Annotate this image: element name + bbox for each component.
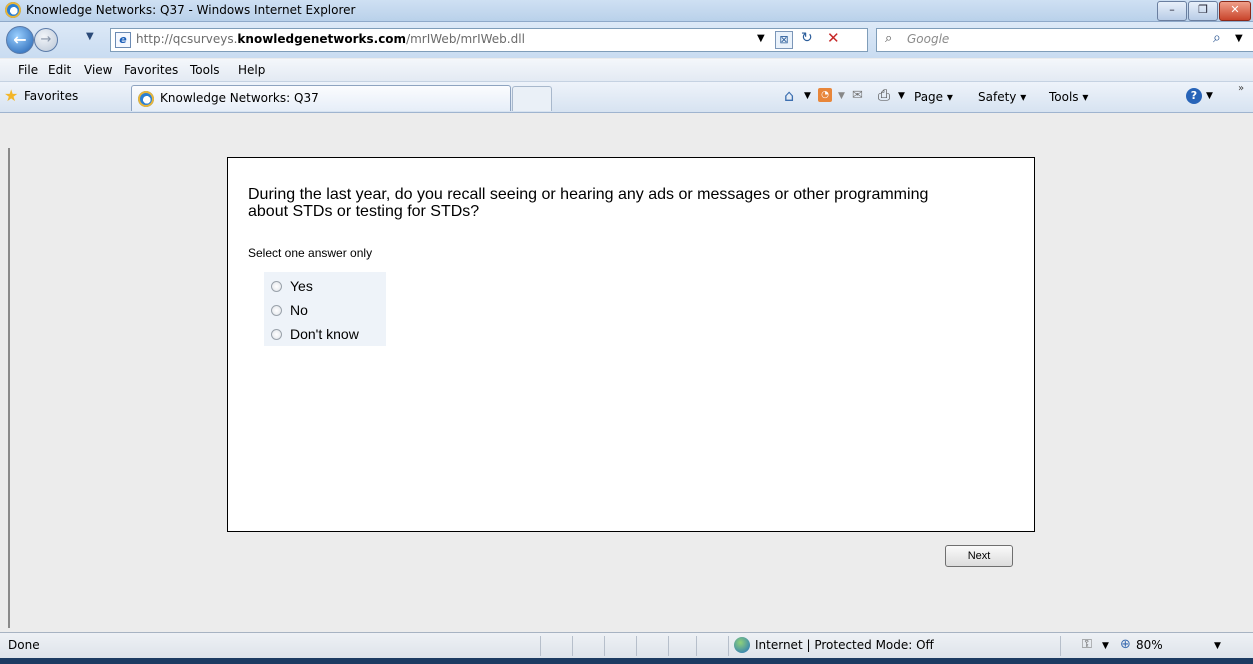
radio-button[interactable]: [271, 304, 282, 316]
page-icon: e: [115, 32, 131, 48]
back-arrow-icon: ←: [13, 30, 27, 49]
status-text: Done: [8, 638, 40, 652]
window-title: Knowledge Networks: Q37 - Windows Intern…: [26, 3, 356, 17]
refresh-icon[interactable]: ↻: [801, 30, 813, 46]
menu-bar: File Edit View Favorites Tools Help: [0, 59, 1253, 82]
help-icon[interactable]: ?: [1186, 88, 1202, 104]
answer-label: No: [290, 302, 308, 318]
forward-arrow-icon: →: [40, 32, 52, 47]
back-button[interactable]: ←: [6, 26, 34, 54]
answer-label: Yes: [290, 278, 313, 294]
radio-button[interactable]: [271, 328, 282, 340]
forward-button[interactable]: →: [34, 28, 58, 52]
compatibility-view-icon[interactable]: ⊠: [775, 31, 793, 49]
tab-title: Knowledge Networks: Q37: [160, 91, 319, 105]
home-icon[interactable]: ⌂: [784, 86, 794, 105]
menu-item-file[interactable]: File: [18, 63, 38, 77]
menu-item-view[interactable]: View: [84, 63, 112, 77]
help-dropdown-icon[interactable]: ▼: [1206, 91, 1213, 101]
address-dropdown-icon[interactable]: ▼: [757, 33, 765, 44]
answer-instruction: Select one answer only: [248, 246, 373, 260]
ie-logo-icon: [5, 2, 21, 18]
restore-button[interactable]: ❐: [1188, 1, 1218, 21]
globe-icon: [734, 637, 750, 653]
tab-knowledge-networks[interactable]: Knowledge Networks: Q37: [131, 85, 511, 111]
recent-pages-dropdown[interactable]: ▼: [86, 31, 94, 42]
protected-mode-icon[interactable]: ⚿: [1082, 637, 1092, 652]
answer-option-no[interactable]: No: [264, 298, 308, 322]
answer-option-dont-know[interactable]: Don't know: [264, 322, 359, 346]
menu-item-tools[interactable]: Tools: [190, 63, 220, 77]
zoom-dropdown-icon[interactable]: ▼: [1214, 641, 1221, 651]
tools-menu-button[interactable]: Tools ▾: [1049, 90, 1088, 104]
minimize-button[interactable]: –: [1157, 1, 1187, 21]
menu-item-favorites[interactable]: Favorites: [124, 63, 178, 77]
feeds-icon[interactable]: ◔: [818, 88, 832, 102]
new-tab-button[interactable]: [512, 86, 552, 111]
menu-item-help[interactable]: Help: [238, 63, 265, 77]
search-options-dropdown[interactable]: ▼: [1235, 33, 1243, 44]
zoom-icon: ⊕: [1120, 637, 1131, 652]
favorites-bar: ★ Favorites Knowledge Networks: Q37 ⌂ ▼ …: [0, 82, 1253, 113]
next-button[interactable]: Next: [945, 545, 1013, 567]
print-dropdown-icon[interactable]: ▼: [898, 91, 905, 101]
taskbar: [0, 658, 1253, 664]
search-placeholder: Google: [907, 32, 950, 46]
print-icon[interactable]: ⎙: [878, 86, 890, 104]
mail-icon[interactable]: ✉: [852, 88, 863, 103]
favorites-star-icon: ★: [4, 86, 19, 105]
search-icon: ⌕: [885, 31, 893, 46]
status-bar: Done Internet | Protected Mode: Off ⚿ ▼ …: [0, 632, 1253, 659]
favorites-button[interactable]: Favorites: [24, 89, 78, 103]
radio-button[interactable]: [271, 280, 282, 292]
protected-mode-dropdown-icon[interactable]: ▼: [1102, 641, 1109, 651]
answer-option-yes[interactable]: Yes: [264, 274, 313, 298]
address-url: http://qcsurveys.knowledgenetworks.com/m…: [136, 32, 525, 46]
question-panel: During the last year, do you recall seei…: [227, 157, 1035, 532]
answer-options: Yes No Don't know: [264, 272, 386, 346]
chevron-more-icon[interactable]: »: [1238, 83, 1244, 94]
search-go-icon[interactable]: ⌕: [1213, 30, 1221, 46]
page-menu-button[interactable]: Page ▾: [914, 90, 953, 104]
ie-tab-icon: [138, 91, 154, 107]
close-button[interactable]: ✕: [1219, 1, 1251, 21]
zoom-level[interactable]: 80%: [1136, 638, 1163, 652]
address-field[interactable]: e http://qcsurveys.knowledgenetworks.com…: [110, 28, 868, 52]
answer-label: Don't know: [290, 326, 359, 342]
search-field[interactable]: ⌕ Google ⌕ ▼: [876, 28, 1253, 52]
menu-item-edit[interactable]: Edit: [48, 63, 71, 77]
safety-menu-button[interactable]: Safety ▾: [978, 90, 1026, 104]
question-text: During the last year, do you recall seei…: [248, 186, 929, 220]
stop-icon[interactable]: ✕: [827, 29, 840, 47]
address-toolbar: ← → ▼ e http://qcsurveys.knowledgenetwor…: [0, 22, 1253, 58]
feeds-dropdown-icon[interactable]: ▼: [838, 91, 845, 101]
title-bar: Knowledge Networks: Q37 - Windows Intern…: [0, 0, 1253, 22]
security-zone[interactable]: Internet | Protected Mode: Off: [755, 638, 934, 652]
home-dropdown-icon[interactable]: ▼: [804, 91, 811, 101]
